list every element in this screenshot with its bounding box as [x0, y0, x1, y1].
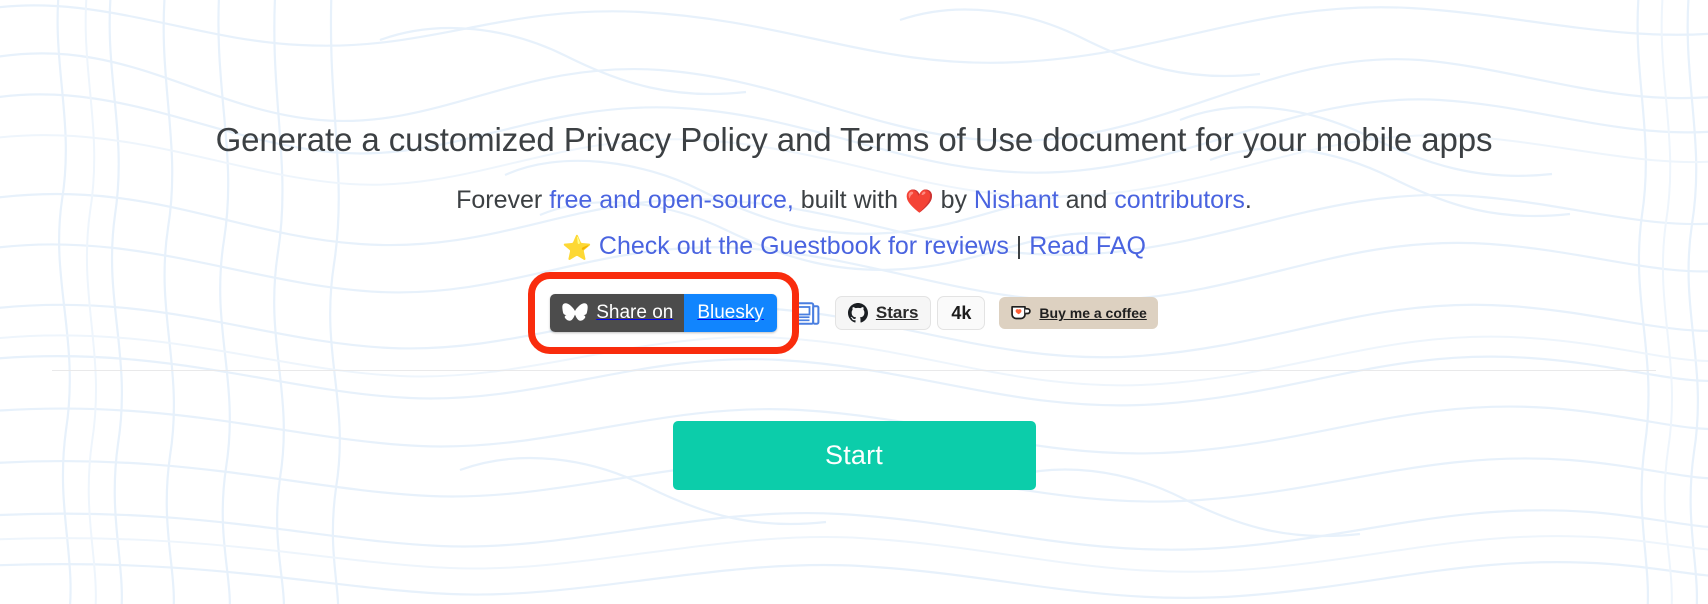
bluesky-button-left: Share on [550, 294, 685, 332]
tagline-period: . [1244, 186, 1252, 214]
section-divider [52, 370, 1656, 371]
guestbook-link[interactable]: Check out the Guestbook for reviews [599, 232, 1009, 260]
buy-me-a-coffee-button[interactable]: Buy me a coffee [999, 297, 1158, 329]
faq-link[interactable]: Read FAQ [1029, 232, 1146, 260]
github-stars-count: 4k [937, 296, 986, 330]
guestbook-line: ⭐ Check out the Guestbook for reviews | … [0, 229, 1708, 265]
bluesky-share-label: Share on [596, 302, 674, 323]
tagline-middle: built with [793, 186, 905, 214]
open-source-link[interactable]: free and open-source, [549, 186, 794, 214]
tagline-by: by [933, 186, 974, 214]
newspaper-icon [792, 302, 820, 325]
github-stars-label: Stars [875, 303, 919, 322]
start-button[interactable]: Start [672, 421, 1036, 490]
newspaper-badge[interactable] [791, 296, 821, 330]
badge-row: Share on Bluesky Stars 4k Buy me a coffe… [0, 272, 1708, 354]
page-root: Generate a customized Privacy Policy and… [0, 0, 1708, 604]
tagline-prefix: Forever [456, 186, 550, 214]
bluesky-share-highlight-wrapper: Share on Bluesky [528, 272, 799, 354]
page-title: Generate a customized Privacy Policy and… [215, 121, 1493, 158]
link-separator: | [1008, 232, 1030, 260]
bluesky-network-label: Bluesky [684, 294, 777, 332]
contributors-link[interactable]: contributors [1114, 186, 1245, 214]
github-stars-group: Stars 4k [834, 296, 986, 330]
coffee-cup-icon [1011, 305, 1032, 320]
github-icon [847, 303, 868, 323]
coffee-label: Buy me a coffee [1039, 305, 1147, 321]
star-icon: ⭐ [562, 234, 592, 262]
author-link[interactable]: Nishant [974, 186, 1059, 214]
start-button-container: Start [0, 421, 1708, 490]
tagline-and: and [1058, 186, 1115, 214]
heart-icon: ❤️ [904, 189, 934, 215]
github-stars-button[interactable]: Stars [834, 296, 932, 330]
butterfly-icon [562, 303, 588, 321]
tagline-line: Forever free and open-source, built with… [0, 183, 1708, 219]
share-on-bluesky-button[interactable]: Share on Bluesky [550, 294, 777, 332]
hero-section: Generate a customized Privacy Policy and… [0, 0, 1708, 354]
